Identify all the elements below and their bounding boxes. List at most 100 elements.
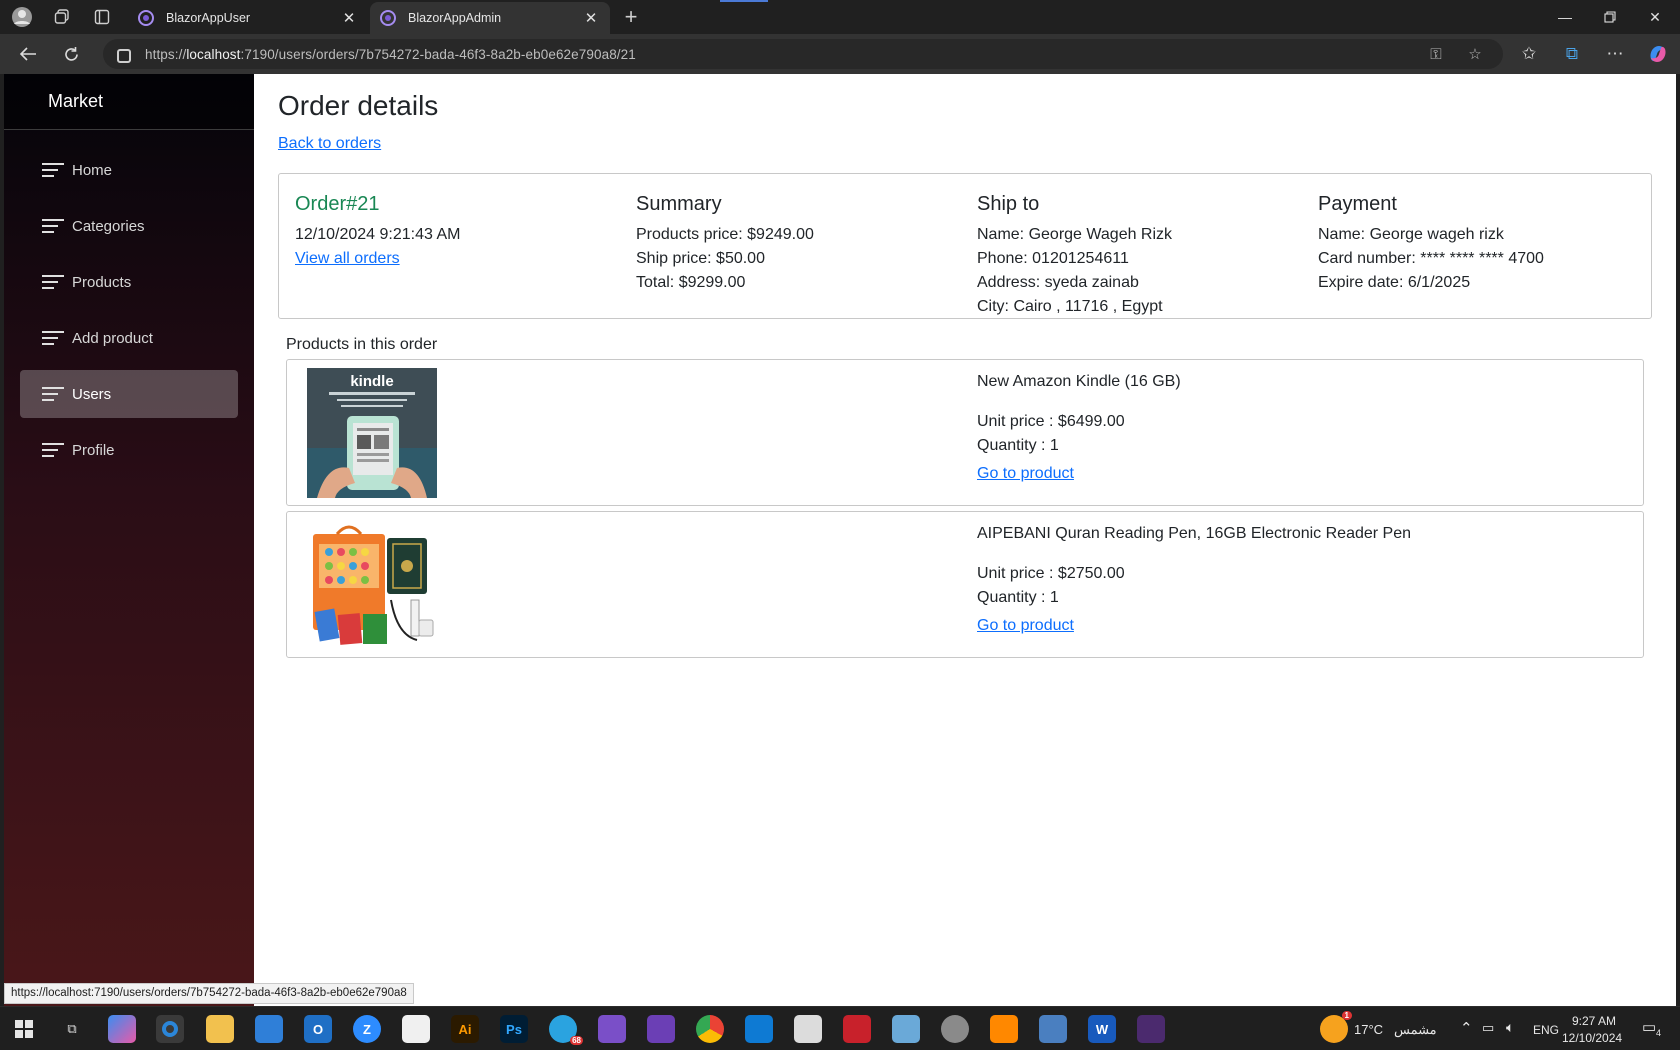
ship-price: Ship price: $50.00 xyxy=(636,250,765,267)
product-info: AIPEBANI Quran Reading Pen, 16GB Electro… xyxy=(977,522,1411,638)
menu-lines-icon xyxy=(42,442,64,458)
product-image-kindle: kindle xyxy=(307,368,437,498)
go-to-product-link[interactable]: Go to product xyxy=(977,614,1074,638)
disc-icon[interactable] xyxy=(941,1015,969,1043)
sidebar-item-label: Users xyxy=(72,385,112,403)
sidebar-item-products[interactable]: Products xyxy=(20,258,238,306)
workspaces-icon[interactable] xyxy=(46,6,78,28)
order-summary: Summary Products price: $9249.00 Ship pr… xyxy=(636,192,814,295)
sidebar-item-home[interactable]: Home xyxy=(20,146,238,194)
products-price: Products price: $9249.00 xyxy=(636,226,814,243)
notepad-icon[interactable] xyxy=(402,1015,430,1043)
tab-blazor-app-user[interactable]: BlazorAppUser ✕ xyxy=(128,2,368,34)
payment-name: Name: George wageh rizk xyxy=(1318,226,1504,243)
browser-tab-bar: BlazorAppUser ✕ BlazorAppAdmin ✕ + — ✕ xyxy=(0,0,1680,34)
payment: Payment Name: George wageh rizk Card num… xyxy=(1318,192,1544,295)
tab-blazor-app-admin[interactable]: BlazorAppAdmin ✕ xyxy=(370,2,610,34)
close-tab-icon[interactable]: ✕ xyxy=(582,9,600,27)
terminal-icon[interactable] xyxy=(1137,1015,1165,1043)
menu-lines-icon xyxy=(42,274,64,290)
remote-desktop-icon[interactable] xyxy=(1039,1015,1067,1043)
sidebar-item-label: Categories xyxy=(72,217,145,235)
ship-city: City: Cairo , 11716 , Egypt xyxy=(977,298,1163,315)
brand-title[interactable]: Market xyxy=(4,74,254,130)
new-tab-icon[interactable]: + xyxy=(615,4,647,29)
paint-icon[interactable] xyxy=(892,1015,920,1043)
tray-chevron-icon[interactable]: ⌃ xyxy=(1460,1019,1473,1037)
outlook-icon[interactable]: O xyxy=(304,1015,332,1043)
zoom-icon[interactable]: Z xyxy=(353,1015,381,1043)
telegram-icon[interactable]: 68 xyxy=(549,1015,583,1045)
sidebar-item-label: Products xyxy=(72,273,132,291)
weather-temp[interactable]: 17°C xyxy=(1354,1022,1383,1037)
close-window-icon[interactable]: ✕ xyxy=(1635,4,1675,30)
menu-lines-icon xyxy=(42,162,64,178)
copilot-icon[interactable] xyxy=(1643,42,1673,66)
pdf-editor-icon[interactable] xyxy=(843,1015,871,1043)
clapper-icon[interactable] xyxy=(598,1015,626,1043)
go-to-product-link[interactable]: Go to product xyxy=(977,462,1074,486)
lock-icon[interactable] xyxy=(117,49,131,63)
refresh-icon[interactable] xyxy=(56,42,86,66)
tab-actions-icon[interactable] xyxy=(86,6,118,28)
vscode-icon[interactable] xyxy=(745,1015,773,1043)
volume-icon[interactable]: 🔈︎ xyxy=(1506,1019,1514,1036)
network-icon[interactable]: ▭ xyxy=(1482,1020,1494,1036)
sidebar-item-profile[interactable]: Profile xyxy=(20,426,238,474)
ship-address: Address: syeda zainab xyxy=(977,274,1139,291)
weather-icon[interactable]: 1 xyxy=(1320,1011,1352,1043)
phone-link-icon[interactable] xyxy=(794,1015,822,1043)
order-info: Order#21 12/10/2024 9:21:43 AM View all … xyxy=(295,192,460,271)
favorites-icon[interactable]: ✩ xyxy=(1514,42,1544,66)
close-tab-icon[interactable]: ✕ xyxy=(340,9,358,27)
ship-phone: Phone: 01201254611 xyxy=(977,250,1129,267)
photoshop-icon[interactable]: Ps xyxy=(500,1015,528,1043)
ship-name: Name: George Wageh Rizk xyxy=(977,226,1173,243)
file-explorer-icon[interactable] xyxy=(206,1015,234,1043)
sidebar-item-users[interactable]: Users xyxy=(20,370,238,418)
password-key-icon[interactable]: ⚿ xyxy=(1425,44,1447,64)
menu-lines-icon xyxy=(42,218,64,234)
edge-browser-icon[interactable] xyxy=(156,1015,184,1043)
tab-title: BlazorAppUser xyxy=(166,11,251,25)
profile-icon[interactable] xyxy=(6,6,38,28)
product-name: New Amazon Kindle (16 GB) xyxy=(977,373,1181,390)
blazor-favicon-icon xyxy=(138,10,154,26)
status-bar-url: https://localhost:7190/users/orders/7b75… xyxy=(4,983,414,1004)
task-view-icon[interactable]: ⧉ xyxy=(58,1015,86,1043)
weather-label[interactable]: مشمس xyxy=(1394,1022,1437,1038)
product-name: AIPEBANI Quran Reading Pen, 16GB Electro… xyxy=(977,525,1412,542)
weather-badge: 1 xyxy=(1341,1011,1352,1020)
store-icon[interactable] xyxy=(255,1015,283,1043)
product-info: New Amazon Kindle (16 GB) Unit price : $… xyxy=(977,370,1181,486)
clock-date[interactable]: 12/10/2024 xyxy=(1562,1031,1622,1045)
copilot-taskbar-icon[interactable] xyxy=(108,1015,136,1043)
visual-studio-icon[interactable] xyxy=(647,1015,675,1043)
page-title: Order details xyxy=(278,90,439,121)
restore-icon[interactable] xyxy=(1590,4,1630,30)
sidebar-item-add-product[interactable]: Add product xyxy=(20,314,238,362)
clock-time[interactable]: 9:27 AM xyxy=(1572,1014,1616,1028)
language-indicator[interactable]: ENG xyxy=(1533,1023,1559,1037)
ship-to: Ship to Name: George Wageh Rizk Phone: 0… xyxy=(977,192,1172,319)
windows-taskbar: ⧉ O Z Ai Ps 68 W 1 17°C مشمس ⌃ ▭ 🔈︎ ENG … xyxy=(0,1006,1680,1050)
back-to-orders-link[interactable]: Back to orders xyxy=(278,135,381,153)
product-quantity: Quantity : 1 xyxy=(977,437,1059,454)
chrome-icon[interactable] xyxy=(696,1015,724,1043)
start-icon[interactable] xyxy=(10,1015,38,1043)
notifications-icon[interactable]: ▭ xyxy=(1642,1018,1656,1036)
product-image-quran-pen xyxy=(307,520,437,650)
telegram-badge: 68 xyxy=(570,1036,583,1045)
address-bar[interactable]: https://localhost:7190/users/orders/7b75… xyxy=(103,39,1503,69)
minimize-icon[interactable]: — xyxy=(1545,4,1585,30)
collections-icon[interactable]: ⧉ xyxy=(1557,42,1587,66)
product-card: kindle New Amazon Kindle (16 GB) Unit pr… xyxy=(286,359,1644,506)
sidebar-item-categories[interactable]: Categories xyxy=(20,202,238,250)
favorite-star-icon[interactable]: ☆ xyxy=(1464,44,1486,64)
more-menu-icon[interactable]: ⋯ xyxy=(1600,42,1630,66)
view-all-orders-link[interactable]: View all orders xyxy=(295,250,400,267)
word-icon[interactable]: W xyxy=(1088,1015,1116,1043)
vlc-icon[interactable] xyxy=(990,1015,1018,1043)
back-icon[interactable] xyxy=(13,42,43,66)
illustrator-icon[interactable]: Ai xyxy=(451,1015,479,1043)
